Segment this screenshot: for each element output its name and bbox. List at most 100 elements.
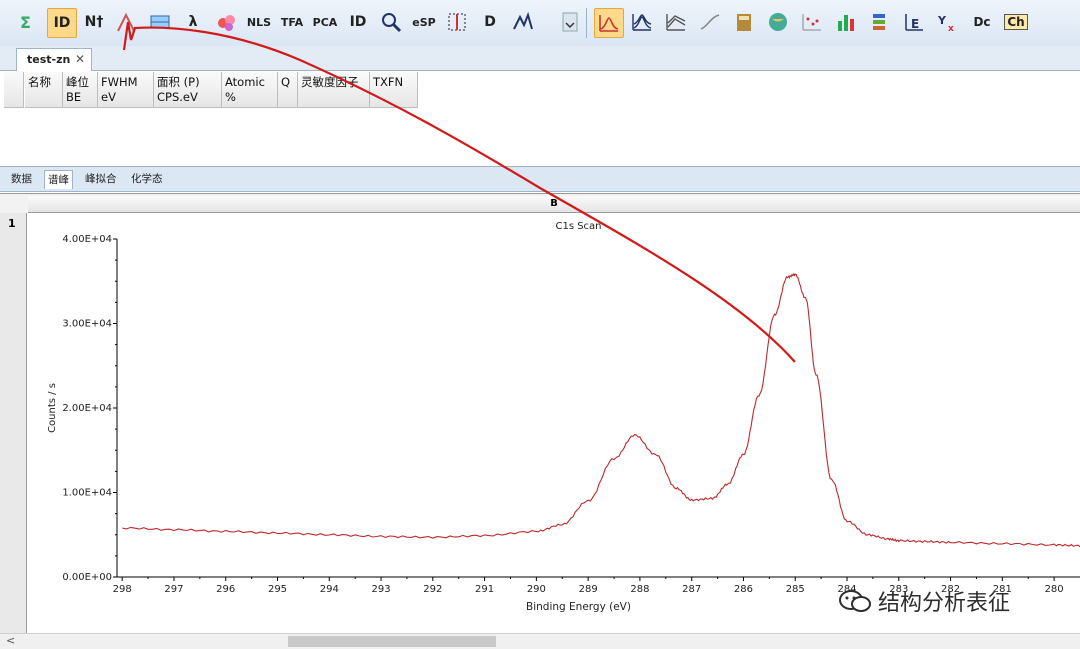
- x-tick-label: 289: [579, 584, 598, 595]
- id-gear-icon: ID: [349, 14, 367, 30]
- scroll-left-icon[interactable]: <: [6, 634, 15, 647]
- overlay-icon: [632, 14, 652, 31]
- esp-button[interactable]: eSP: [410, 8, 438, 36]
- horizontal-scrollbar[interactable]: <: [0, 633, 1080, 649]
- column-header-1[interactable]: 峰位 BE: [63, 72, 98, 108]
- subtab-2[interactable]: 峰拟合: [82, 170, 120, 188]
- close-icon[interactable]: ✕: [75, 52, 85, 66]
- x-tick-label: 294: [320, 584, 339, 595]
- peak-mark-button[interactable]: [113, 8, 141, 36]
- x-tick-label: 292: [423, 584, 442, 595]
- magnifier-icon: [382, 13, 402, 33]
- peak-n-icon: N†: [84, 14, 104, 30]
- column-header-4[interactable]: Atomic %: [222, 72, 278, 108]
- scrollbar-thumb[interactable]: [288, 636, 496, 647]
- palette-icon: [873, 14, 885, 30]
- scatter-button[interactable]: [798, 8, 826, 36]
- id-gear-button[interactable]: ID: [344, 8, 372, 36]
- table-button[interactable]: [146, 8, 174, 36]
- watermark-text: 结构分析表征: [878, 591, 1011, 616]
- column-header-3[interactable]: 面积 (P) CPS.eV: [154, 72, 222, 108]
- peak-icon: [117, 12, 135, 32]
- peak-table: 名称 峰位 BE FWHM eV 面积 (P) CPS.eV Atomic % Q 灵敏度因…: [4, 72, 1080, 164]
- nt-button[interactable]: N†: [80, 8, 108, 36]
- overlay-button[interactable]: [628, 8, 656, 36]
- pca-icon: PCA: [312, 15, 338, 29]
- subtab-3[interactable]: 化学态: [128, 170, 166, 188]
- column-header-2[interactable]: FWHM eV: [98, 72, 154, 108]
- x-tick-label: 295: [268, 584, 287, 595]
- x-tick-label: 286: [734, 584, 753, 595]
- spectrum-icon: [599, 15, 619, 32]
- nls-button[interactable]: NLS: [245, 8, 273, 36]
- energy-icon: E: [905, 14, 923, 31]
- tfa-button[interactable]: TFA: [278, 8, 306, 36]
- y-tick-label: 3.00E+04: [62, 319, 112, 330]
- x-tick-label: 296: [216, 584, 235, 595]
- yx-icon: Yx: [937, 14, 954, 33]
- watermark: 结构分析表征: [838, 586, 1058, 616]
- book-button[interactable]: [730, 8, 758, 36]
- row-selector-header: [4, 72, 24, 108]
- nls-icon: NLS: [246, 15, 272, 29]
- chart-title: C1s Scan: [555, 221, 601, 232]
- toolbar-overflow-button[interactable]: [556, 8, 584, 36]
- x-axis-label: Binding Energy (eV): [526, 601, 631, 613]
- bar-chart-icon: [838, 15, 854, 31]
- curve-icon: [700, 14, 720, 30]
- ch-icon: Ch: [1004, 14, 1028, 30]
- y-tick-label: 1.00E+04: [62, 488, 112, 499]
- x-tick-label: 287: [682, 584, 701, 595]
- book-icon: [737, 14, 751, 31]
- search-peak-button[interactable]: [377, 8, 405, 36]
- row-number: 1: [8, 217, 16, 230]
- x-tick-label: 290: [527, 584, 546, 595]
- column-header-7[interactable]: TXFN: [370, 72, 418, 108]
- atoms-icon: [218, 15, 235, 31]
- svg-text:Σ: Σ: [20, 13, 31, 32]
- yx-button[interactable]: Yx: [934, 8, 962, 36]
- column-header-6[interactable]: 灵敏度因子: [298, 72, 370, 108]
- toolbar-separator: [586, 8, 587, 38]
- tfa-icon: TFA: [280, 15, 304, 29]
- energy-button[interactable]: E: [900, 8, 928, 36]
- lambda-button[interactable]: λ: [179, 8, 207, 36]
- table-icon: [150, 15, 170, 29]
- svg-text:x: x: [948, 24, 954, 33]
- column-header-0[interactable]: 名称: [25, 72, 63, 108]
- ch-button[interactable]: Ch: [1002, 8, 1030, 36]
- subtab-0[interactable]: 数据: [8, 170, 35, 188]
- bar-button[interactable]: [832, 8, 860, 36]
- dc-icon: Dc: [973, 15, 991, 29]
- column-header: B: [28, 196, 1080, 213]
- x-tick-label: 285: [786, 584, 805, 595]
- svg-text:E: E: [911, 17, 919, 31]
- svg-text:Y: Y: [937, 14, 947, 27]
- globe-icon: [769, 13, 787, 31]
- sigma-icon: Σ: [20, 13, 31, 32]
- sum-tool-button[interactable]: Σ: [14, 8, 42, 36]
- tab-test-zn[interactable]: test-zn ✕: [16, 48, 92, 71]
- y-tick-label: 0.00E+00: [62, 572, 112, 583]
- pca-button[interactable]: PCA: [311, 8, 339, 36]
- palette-button[interactable]: [866, 8, 894, 36]
- id-button[interactable]: ID: [47, 8, 77, 38]
- x-tick-label: 297: [164, 584, 183, 595]
- subtab-1[interactable]: 谱峰: [44, 170, 73, 189]
- x-tick-label: 291: [475, 584, 494, 595]
- spectrum-plot[interactable]: C1s Scan Binding Energy (eV) Counts / s 298…: [27, 213, 1080, 633]
- tab-label: test-zn: [27, 53, 71, 66]
- x-tick-label: 288: [630, 584, 649, 595]
- atoms-button[interactable]: [212, 8, 240, 36]
- spectrum-svg[interactable]: C1s Scan Binding Energy (eV) Counts / s 298…: [27, 213, 1080, 633]
- d-button[interactable]: D: [476, 8, 504, 36]
- curve-button[interactable]: [696, 8, 724, 36]
- column-header-5[interactable]: Q: [278, 72, 298, 108]
- dc-button[interactable]: Dc: [968, 8, 996, 36]
- document-tab-strip: test-zn ✕: [0, 46, 1080, 71]
- bracket-button[interactable]: [443, 8, 471, 36]
- spectrum-edit-button[interactable]: [509, 8, 537, 36]
- globe-button[interactable]: [764, 8, 792, 36]
- spectrum-view-button[interactable]: [594, 8, 624, 38]
- stack-button[interactable]: [662, 8, 690, 36]
